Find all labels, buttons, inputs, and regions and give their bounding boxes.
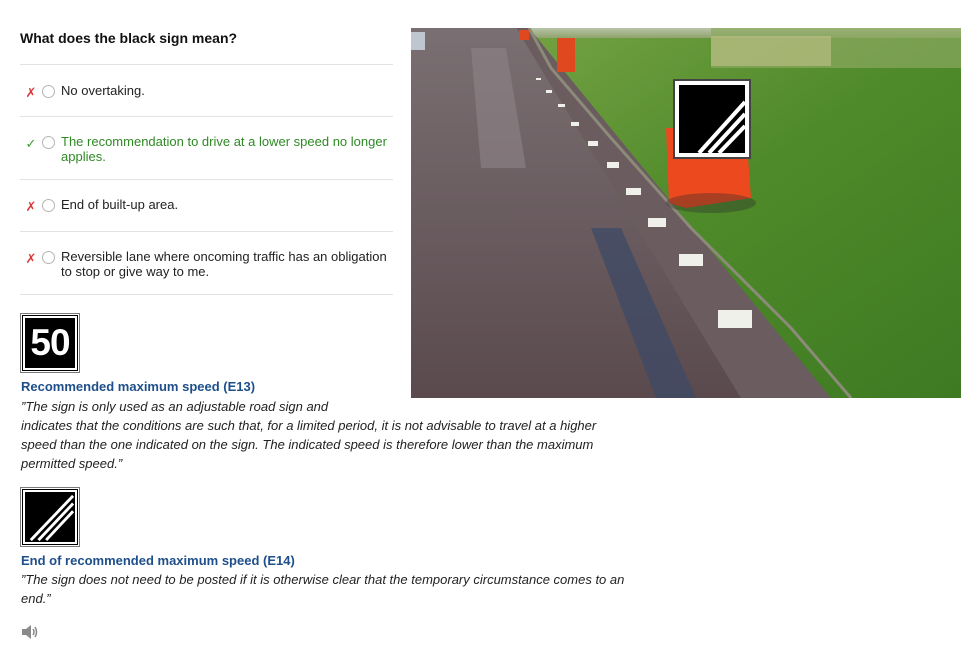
end-recommended-speed-sign	[20, 487, 80, 547]
cross-icon: ✗	[25, 85, 37, 100]
sign-title-e14: End of recommended maximum speed (E14)	[21, 553, 295, 568]
diagonal-stripes-icon	[29, 494, 75, 542]
answer-text: No overtaking.	[61, 83, 145, 98]
road-photo	[411, 28, 961, 398]
answer-option-1[interactable]: ✗ No overtaking.	[20, 65, 393, 117]
answer-list: ✗ No overtaking. ✓ The recommendation to…	[20, 64, 393, 295]
sign-number: 50	[30, 322, 70, 363]
answer-option-3[interactable]: ✗ End of built-up area.	[20, 180, 393, 232]
check-icon: ✓	[25, 136, 37, 151]
radio-button[interactable]	[42, 199, 55, 212]
cross-icon: ✗	[25, 199, 37, 214]
sign-title-e13: Recommended maximum speed (E13)	[21, 379, 256, 394]
cross-icon: ✗	[25, 251, 37, 266]
answer-text: The recommendation to drive at a lower s…	[61, 134, 387, 164]
answer-text: End of built-up area.	[61, 197, 179, 212]
answer-option-4[interactable]: ✗ Reversible lane where oncoming traffic…	[20, 232, 393, 295]
answer-text: Reversible lane where oncoming traffic h…	[61, 249, 387, 279]
radio-button[interactable]	[42, 85, 55, 98]
sign-description-e13: ”The sign is only used as an adjustable …	[21, 399, 597, 471]
question-title: What does the black sign mean?	[20, 30, 238, 46]
radio-button[interactable]	[42, 251, 55, 264]
recommended-speed-sign: 50	[20, 313, 80, 373]
sign-description-e14: ”The sign does not need to be posted if …	[21, 572, 625, 606]
radio-button[interactable]	[42, 136, 55, 149]
answer-option-2[interactable]: ✓ The recommendation to drive at a lower…	[20, 117, 393, 180]
speaker-icon[interactable]	[21, 624, 39, 640]
